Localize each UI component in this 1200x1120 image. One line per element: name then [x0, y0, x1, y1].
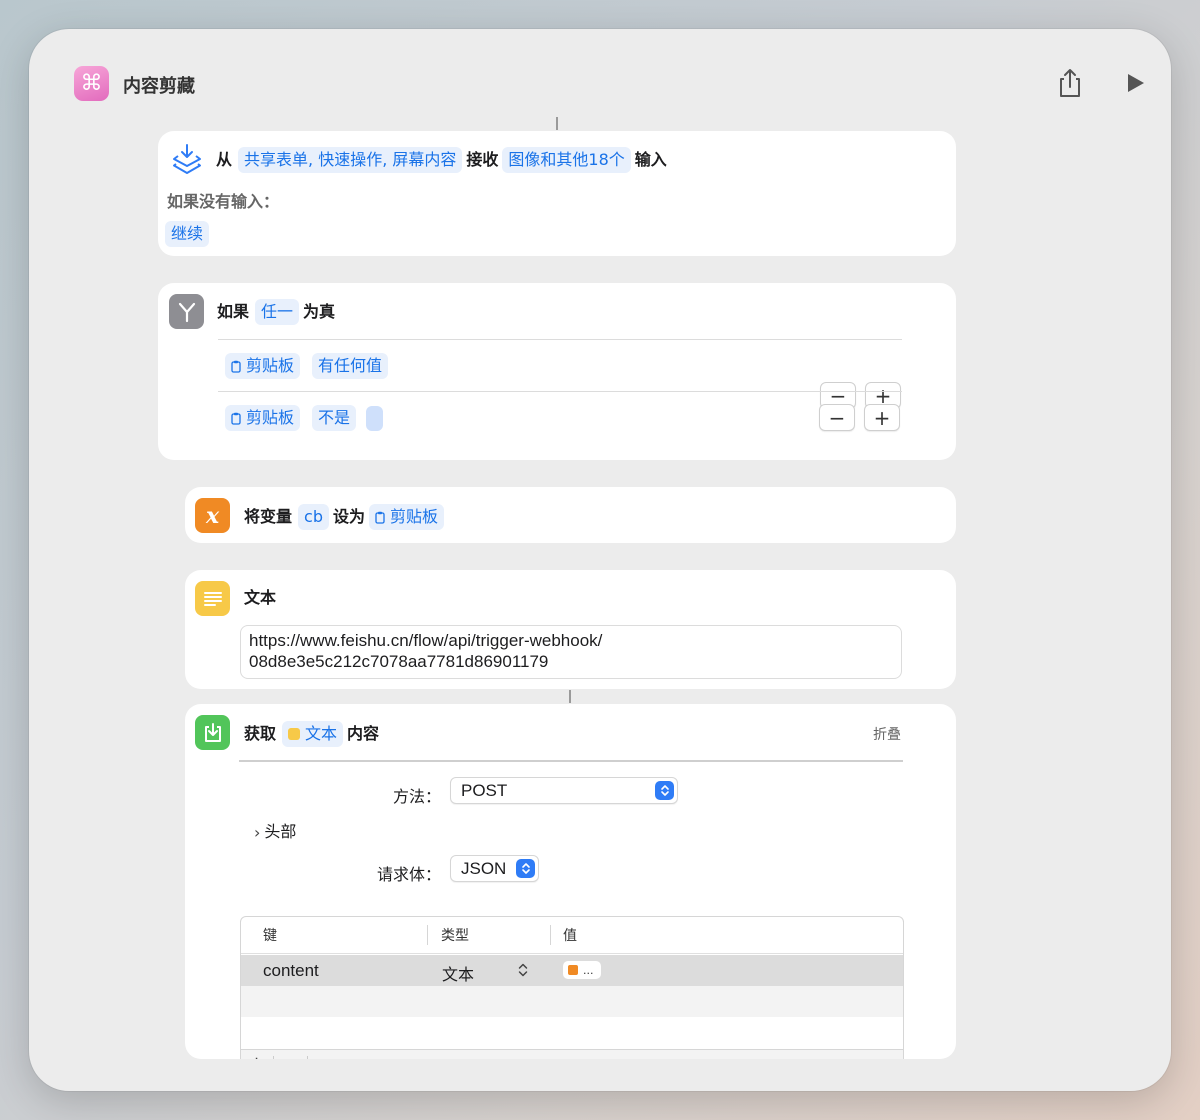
updown-chevron-icon[interactable] — [518, 963, 528, 977]
divider — [218, 339, 902, 340]
variable-mini-icon — [568, 965, 578, 975]
row-key[interactable]: content — [263, 961, 319, 981]
set-label: 将变量 — [244, 507, 293, 526]
clipboard-variable-pill[interactable]: 剪贴板 — [225, 353, 301, 379]
column-header-key[interactable]: 键 — [263, 917, 277, 953]
condition-variable: 剪贴板 — [246, 408, 295, 427]
text-content-line: https://www.feishu.cn/flow/api/trigger-w… — [249, 631, 603, 650]
input-variable: 文本 — [305, 724, 338, 743]
clipboard-icon — [231, 412, 241, 425]
column-header-value[interactable]: 值 — [563, 917, 577, 953]
shortcut-title[interactable]: 内容剪藏 — [123, 72, 195, 98]
continue-row: 继续 — [165, 221, 213, 247]
table-footer: + − 1项 — [241, 1049, 903, 1059]
text-action[interactable]: 文本 https://www.feishu.cn/flow/api/trigge… — [185, 570, 956, 689]
chevron-right-icon: › — [254, 822, 261, 842]
any-pill[interactable]: 任一 — [255, 299, 300, 325]
text-lines-icon — [195, 581, 230, 616]
remove-condition-button[interactable]: − — [819, 404, 855, 431]
input-label: 输入 — [634, 150, 667, 169]
column-separator — [550, 925, 551, 945]
clipboard-icon — [231, 360, 241, 373]
download-tray-icon — [195, 715, 230, 750]
continue-pill[interactable]: 继续 — [165, 221, 210, 247]
method-value: POST — [461, 780, 508, 800]
remove-row-button[interactable]: − — [283, 1053, 298, 1059]
row-type[interactable]: 文本 — [442, 961, 474, 985]
table-row[interactable]: content 文本 ... — [241, 955, 903, 986]
receive-sentence: 从 共享表单, 快速操作, 屏幕内容 接收 图像和其他18个 输入 — [216, 147, 667, 173]
text-title-row: 文本 — [244, 587, 276, 609]
body-type-select[interactable]: JSON — [450, 855, 539, 882]
variable-value: 剪贴板 — [389, 507, 438, 526]
set-variable-sentence: 将变量 cb 设为 剪贴板 — [244, 504, 448, 530]
divider — [218, 391, 902, 392]
json-body-table: 键 类型 值 content 文本 ... + − 1项 — [240, 916, 904, 1059]
condition-variable: 剪贴板 — [246, 356, 295, 375]
clipboard-variable-pill[interactable]: 剪贴板 — [368, 504, 444, 530]
text-action-title: 文本 — [244, 588, 277, 607]
column-separator — [427, 925, 428, 945]
headers-disclosure[interactable]: › 头部 — [254, 821, 296, 843]
shortcut-editor-window: ⌘ 内容剪藏 从 共享表单, 快速操作, 屏幕内容 接收 图像和其他18个 输入… — [29, 29, 1171, 1091]
text-content-line: 08d8e3e5c212c7078aa7781d86901179 — [249, 652, 549, 671]
condition-value-field[interactable] — [366, 405, 384, 431]
body-label: 请求体： — [376, 865, 441, 884]
play-icon[interactable] — [1123, 71, 1147, 95]
method-select[interactable]: POST — [450, 777, 678, 804]
condition-row[interactable]: 剪贴板 不是 — [225, 405, 384, 431]
set-variable-action[interactable]: x 将变量 cb 设为 剪贴板 — [185, 487, 956, 543]
item-count: 1项 — [323, 1057, 344, 1059]
add-condition-button[interactable]: + — [864, 404, 900, 431]
command-icon[interactable]: ⌘ — [74, 66, 109, 101]
updown-chevron-icon — [516, 859, 535, 878]
connector-line — [569, 690, 571, 703]
to-label: 设为 — [332, 507, 365, 526]
condition-row[interactable]: 剪贴板 有任何值 — [225, 353, 392, 379]
text-input-pill[interactable]: 文本 — [282, 721, 344, 747]
variable-x-icon: x — [195, 498, 230, 533]
if-sentence: 如果 任一 为真 — [217, 299, 335, 325]
condition-operator-pill[interactable]: 有任何值 — [312, 353, 389, 379]
body-type-value: JSON — [461, 858, 507, 878]
variable-name-pill[interactable]: cb — [298, 504, 329, 530]
no-input-row: 如果没有输入： — [167, 191, 279, 213]
share-icon[interactable] — [1055, 67, 1085, 99]
sources-pill[interactable]: 共享表单, 快速操作, 屏幕内容 — [238, 147, 463, 173]
text-content-field[interactable]: https://www.feishu.cn/flow/api/trigger-w… — [240, 625, 902, 679]
if-action[interactable]: 如果 任一 为真 剪贴板 有任何值 − + — [158, 283, 956, 460]
clipboard-icon — [375, 511, 385, 524]
layers-download-icon — [173, 144, 201, 174]
get-contents-action[interactable]: 获取 文本 内容 折叠 方法： POST › 头部 请求体： JSON 键 类型… — [185, 704, 956, 1059]
get-label: 获取 — [244, 724, 277, 743]
if-no-input-label: 如果没有输入： — [167, 192, 280, 211]
types-pill[interactable]: 图像和其他18个 — [502, 147, 631, 173]
column-header-type[interactable]: 类型 — [441, 917, 469, 953]
divider — [239, 760, 903, 762]
method-label: 方法： — [392, 787, 441, 806]
row-value: ... — [583, 963, 594, 977]
add-row-button[interactable]: + — [249, 1053, 264, 1059]
updown-chevron-icon — [655, 781, 674, 800]
receive-input-action[interactable]: 从 共享表单, 快速操作, 屏幕内容 接收 图像和其他18个 输入 如果没有输入… — [158, 131, 956, 256]
if-label: 如果 — [217, 302, 250, 321]
text-mini-icon — [288, 728, 301, 740]
collapse-button[interactable]: 折叠 — [873, 724, 901, 744]
connector-line — [556, 117, 558, 130]
get-contents-sentence: 获取 文本 内容 — [244, 721, 379, 747]
condition-operator-pill[interactable]: 不是 — [312, 405, 357, 431]
clipboard-variable-pill[interactable]: 剪贴板 — [225, 405, 301, 431]
row-value-token[interactable]: ... — [563, 961, 601, 979]
headers-label: 头部 — [264, 822, 297, 841]
is-true-label: 为真 — [303, 302, 336, 321]
from-label: 从 — [216, 150, 233, 169]
contents-label: 内容 — [347, 724, 380, 743]
branch-icon — [169, 294, 204, 329]
receive-label: 接收 — [466, 150, 499, 169]
table-empty-row — [241, 986, 903, 1017]
